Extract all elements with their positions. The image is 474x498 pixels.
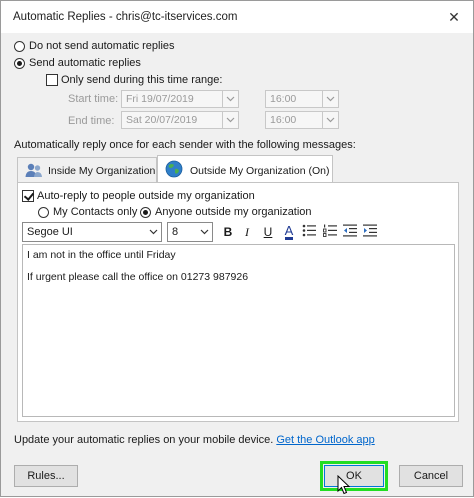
tab-inside-organization[interactable]: Inside My Organization: [17, 157, 157, 182]
increase-indent-button[interactable]: [362, 223, 378, 241]
bold-button[interactable]: B: [220, 223, 236, 241]
start-time-value: 16:00: [270, 93, 297, 105]
time-range-checkbox[interactable]: [46, 74, 58, 86]
rules-button[interactable]: Rules...: [14, 465, 78, 487]
automatic-replies-dialog: Automatic Replies - chris@tc-itservices.…: [0, 0, 474, 497]
globe-icon: [165, 160, 183, 181]
anyone-outside-radio[interactable]: [140, 207, 151, 218]
numbered-list-icon: [322, 224, 338, 240]
time-range-label[interactable]: Only send during this time range:: [61, 74, 222, 86]
start-time-picker[interactable]: 16:00: [265, 90, 339, 108]
increase-indent-icon: [362, 224, 378, 240]
bullet-list-icon: [302, 224, 317, 240]
title-bar[interactable]: Automatic Replies - chris@tc-itservices.…: [1, 1, 473, 33]
chevron-down-icon: [322, 91, 338, 107]
close-button[interactable]: ✕: [443, 7, 465, 27]
font-select[interactable]: Segoe UI: [22, 222, 162, 242]
ok-button[interactable]: OK: [324, 465, 384, 487]
end-time-value: 16:00: [270, 114, 297, 126]
font-value: Segoe UI: [27, 226, 73, 238]
auto-reply-checkbox[interactable]: [22, 190, 34, 202]
mouse-cursor-icon: [337, 474, 351, 498]
underline-icon: U: [263, 225, 273, 239]
font-color-icon: A: [284, 222, 294, 240]
mobile-update-label: Update your automatic replies on your mo…: [14, 434, 274, 446]
end-time-label: End time:: [68, 115, 115, 127]
anyone-outside-label[interactable]: Anyone outside my organization: [155, 206, 312, 218]
rules-button-label: Rules...: [27, 470, 65, 482]
do-not-send-label[interactable]: Do not send automatic replies: [29, 40, 175, 52]
close-icon: ✕: [448, 8, 460, 25]
start-time-label: Start time:: [68, 93, 119, 105]
cancel-button-label: Cancel: [413, 470, 449, 482]
bullets-button[interactable]: [301, 223, 317, 241]
tab-outside-label: Outside My Organization (On): [190, 165, 330, 177]
underline-button[interactable]: U: [260, 223, 276, 241]
people-icon: [24, 162, 44, 182]
bold-icon: B: [223, 225, 233, 239]
outlook-app-link[interactable]: Get the Outlook app: [276, 434, 374, 446]
chevron-down-icon: [197, 223, 212, 241]
tab-outside-organization[interactable]: Outside My Organization (On): [157, 155, 333, 182]
font-size-value: 8: [172, 226, 179, 238]
message-line-2: If urgent please call the office on 0127…: [27, 271, 249, 283]
instructions-text: Automatically reply once for each sender…: [14, 139, 356, 151]
italic-icon: I: [245, 224, 249, 239]
start-date-picker[interactable]: Fri 19/07/2019: [121, 90, 239, 108]
end-date-picker[interactable]: Sat 20/07/2019: [121, 111, 239, 129]
mobile-update-text: Update your automatic replies on your mo…: [14, 434, 375, 446]
my-contacts-radio[interactable]: [38, 207, 49, 218]
decrease-indent-icon: [342, 224, 358, 240]
message-editor[interactable]: I am not in the office until Friday If u…: [22, 244, 455, 417]
tab-inside-label: Inside My Organization: [48, 165, 156, 177]
window-title: Automatic Replies - chris@tc-itservices.…: [13, 11, 238, 23]
end-time-picker[interactable]: 16:00: [265, 111, 339, 129]
font-color-button[interactable]: A: [281, 223, 297, 241]
auto-reply-label[interactable]: Auto-reply to people outside my organiza…: [37, 190, 255, 202]
send-replies-label[interactable]: Send automatic replies: [29, 57, 141, 69]
do-not-send-radio[interactable]: [14, 41, 25, 52]
decrease-indent-button[interactable]: [342, 223, 358, 241]
start-date-value: Fri 19/07/2019: [126, 93, 194, 105]
chevron-down-icon: [322, 112, 338, 128]
my-contacts-label[interactable]: My Contacts only: [53, 206, 137, 218]
message-line-1: I am not in the office until Friday: [27, 249, 176, 261]
end-date-value: Sat 20/07/2019: [126, 114, 198, 126]
cancel-button[interactable]: Cancel: [399, 465, 463, 487]
italic-button[interactable]: I: [239, 223, 255, 241]
chevron-down-icon: [222, 91, 238, 107]
send-replies-radio[interactable]: [14, 58, 25, 69]
chevron-down-icon: [222, 112, 238, 128]
font-size-select[interactable]: 8: [167, 222, 213, 242]
chevron-down-icon: [146, 223, 161, 241]
numbering-button[interactable]: [322, 223, 338, 241]
